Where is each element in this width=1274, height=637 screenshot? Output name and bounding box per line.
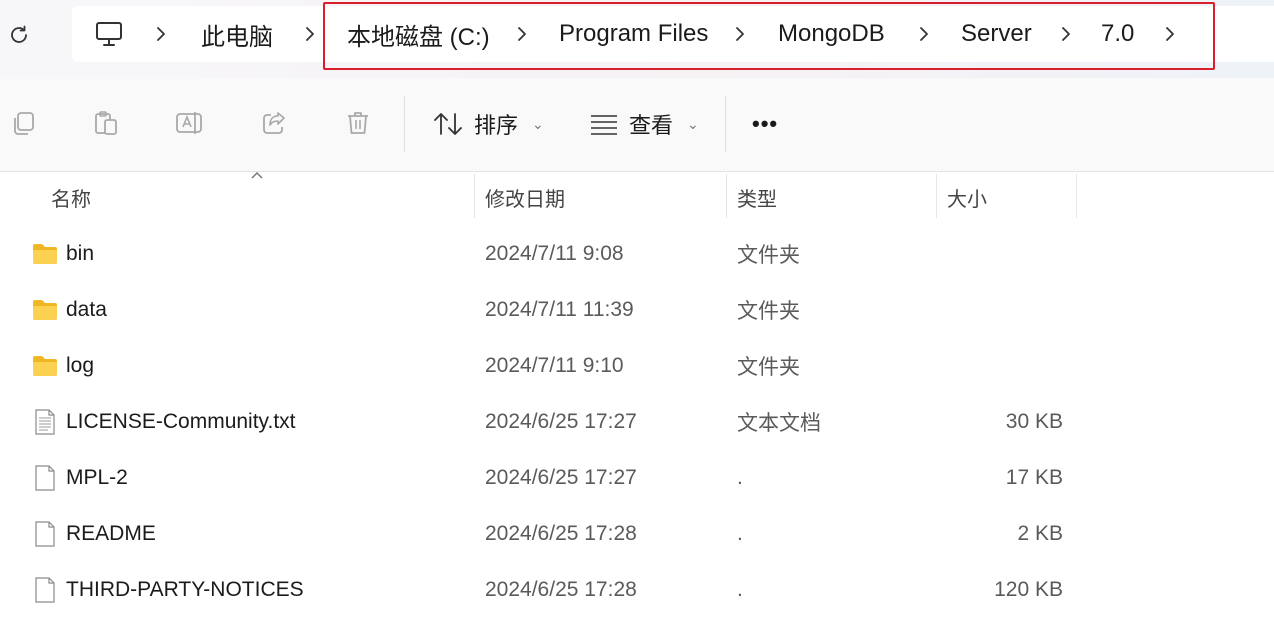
- file-name: README: [66, 522, 156, 545]
- rename-icon: [176, 112, 202, 134]
- sort-icon: [434, 113, 462, 135]
- file-date: 2024/7/11 9:08: [485, 242, 624, 265]
- file-type: .: [737, 578, 743, 601]
- address-region: 此电脑 本地磁盘 (C:) Program Files MongoDB Serv…: [0, 0, 1274, 78]
- breadcrumb-item-version[interactable]: 7.0: [1101, 6, 1134, 62]
- file-size: 2 KB: [1017, 522, 1063, 545]
- folder-icon: [33, 356, 57, 376]
- column-header-date[interactable]: 修改日期: [485, 176, 565, 218]
- view-button[interactable]: 查看 ⌄: [589, 106, 699, 142]
- chevron-right-icon[interactable]: [512, 6, 532, 62]
- sort-label: 排序: [474, 113, 519, 138]
- file-name: data: [66, 298, 107, 321]
- file-size: 30 KB: [1005, 410, 1063, 433]
- command-bar: 排序 ⌄ 查看 ⌄ •••: [0, 78, 1274, 172]
- list-item[interactable]: LICENSE-Community.txt 2024/6/25 17:27 文本…: [0, 394, 1274, 450]
- chevron-down-icon: ⌄: [687, 115, 699, 132]
- chevron-down-icon: ⌄: [532, 115, 544, 132]
- column-header-size[interactable]: 大小: [947, 176, 987, 218]
- file-name: LICENSE-Community.txt: [66, 410, 296, 433]
- file-type: 文件夹: [737, 300, 800, 323]
- file-size: 17 KB: [1005, 466, 1063, 489]
- file-type: .: [737, 522, 743, 545]
- file-type: 文件夹: [737, 356, 800, 379]
- folder-icon: [33, 244, 57, 264]
- file-size: 120 KB: [994, 578, 1063, 601]
- column-header-name[interactable]: 名称: [51, 176, 91, 218]
- share-icon: [263, 112, 285, 134]
- paste-icon: [95, 111, 117, 135]
- file-date: 2024/7/11 9:10: [485, 354, 624, 377]
- list-item[interactable]: MPL-2 2024/6/25 17:27 . 17 KB: [0, 450, 1274, 506]
- computer-icon: [96, 22, 122, 46]
- chevron-right-icon[interactable]: [730, 6, 750, 62]
- column-divider[interactable]: [474, 174, 475, 218]
- column-divider[interactable]: [936, 174, 937, 218]
- list-item[interactable]: log 2024/7/11 9:10 文件夹: [0, 338, 1274, 394]
- computer-crumb[interactable]: [94, 6, 124, 62]
- chevron-right-icon[interactable]: [300, 6, 320, 62]
- list-item[interactable]: THIRD-PARTY-NOTICES 2024/6/25 17:28 . 12…: [0, 562, 1274, 618]
- breadcrumb-item-server[interactable]: Server: [961, 6, 1032, 62]
- rename-button[interactable]: [174, 108, 204, 138]
- file-icon: [35, 521, 55, 547]
- breadcrumb-item-local-disk[interactable]: 本地磁盘 (C:): [347, 6, 490, 62]
- refresh-button[interactable]: [6, 22, 32, 48]
- chevron-right-icon[interactable]: [914, 6, 934, 62]
- breadcrumb-item-program-files[interactable]: Program Files: [559, 6, 708, 62]
- more-options-button[interactable]: •••: [752, 106, 778, 142]
- list-item[interactable]: README 2024/6/25 17:28 . 2 KB: [0, 506, 1274, 562]
- folder-icon: [33, 300, 57, 320]
- trash-icon: [348, 112, 368, 134]
- file-date: 2024/6/25 17:27: [485, 466, 637, 489]
- toolbar-divider: [725, 96, 726, 152]
- file-date: 2024/6/25 17:28: [485, 578, 637, 601]
- list-item[interactable]: bin 2024/7/11 9:08 文件夹: [0, 226, 1274, 282]
- paste-button[interactable]: [91, 108, 121, 138]
- copy-button[interactable]: [8, 108, 38, 138]
- text-file-icon: [35, 409, 55, 435]
- list-item[interactable]: data 2024/7/11 11:39 文件夹: [0, 282, 1274, 338]
- file-name: bin: [66, 242, 95, 265]
- sort-button[interactable]: 排序 ⌄: [432, 106, 544, 142]
- file-icon: [35, 577, 55, 603]
- file-date: 2024/6/25 17:28: [485, 522, 637, 545]
- file-type: 文本文档: [737, 412, 821, 435]
- column-header-type[interactable]: 类型: [737, 176, 777, 218]
- chevron-right-icon[interactable]: [1160, 6, 1180, 62]
- file-type: .: [737, 466, 743, 489]
- column-divider[interactable]: [726, 174, 727, 218]
- file-date: 2024/6/25 17:27: [485, 410, 637, 433]
- breadcrumb-item-mongodb[interactable]: MongoDB: [778, 6, 885, 62]
- sort-ascending-icon: [251, 171, 263, 179]
- chevron-right-icon[interactable]: [1056, 6, 1076, 62]
- file-name: THIRD-PARTY-NOTICES: [66, 578, 304, 601]
- file-type: 文件夹: [737, 244, 800, 267]
- toolbar-divider: [404, 96, 405, 152]
- copy-icon: [14, 112, 34, 135]
- refresh-icon: [11, 25, 27, 43]
- share-button[interactable]: [259, 108, 289, 138]
- file-icon: [35, 465, 55, 491]
- file-name: MPL-2: [66, 466, 128, 489]
- chevron-right-icon[interactable]: [151, 6, 171, 62]
- view-label: 查看: [629, 113, 674, 138]
- view-list-icon: [591, 115, 617, 135]
- breadcrumb-item-this-pc[interactable]: 此电脑: [201, 6, 273, 62]
- address-bar[interactable]: 此电脑 本地磁盘 (C:) Program Files MongoDB Serv…: [72, 6, 1274, 62]
- delete-button[interactable]: [343, 108, 373, 138]
- file-date: 2024/7/11 11:39: [485, 298, 634, 321]
- file-name: log: [66, 354, 95, 377]
- column-divider[interactable]: [1076, 174, 1077, 218]
